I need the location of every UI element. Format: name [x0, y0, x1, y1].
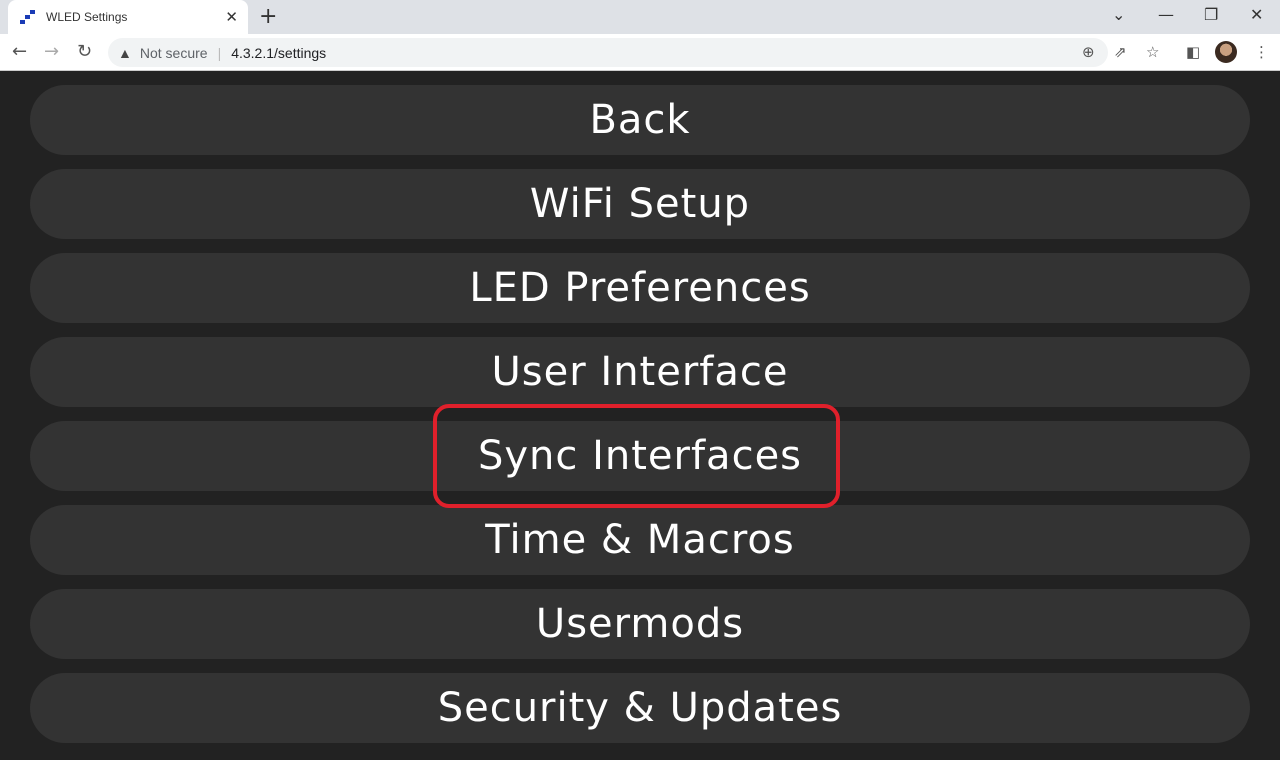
highlight-box [433, 404, 840, 508]
minimize-icon[interactable]: — [1158, 5, 1174, 24]
time-macros-button[interactable]: Time & Macros [30, 505, 1250, 575]
wifi-setup-button[interactable]: WiFi Setup [30, 169, 1250, 239]
url-text[interactable]: 4.3.2.1/settings [231, 45, 326, 61]
plus-icon[interactable]: + [259, 4, 277, 29]
close-window-icon[interactable]: ✕ [1250, 5, 1263, 24]
security-updates-button[interactable]: Security & Updates [30, 673, 1250, 743]
forward-icon[interactable]: → [44, 41, 59, 62]
sidebar-icon[interactable]: ◧ [1186, 43, 1200, 61]
chevron-down-icon[interactable]: ⌄ [1112, 5, 1125, 24]
user-interface-button[interactable]: User Interface [30, 337, 1250, 407]
avatar[interactable] [1215, 41, 1237, 63]
kebab-menu-icon[interactable]: ⋮ [1254, 43, 1269, 61]
back-button[interactable]: Back [30, 85, 1250, 155]
star-icon[interactable]: ☆ [1146, 43, 1159, 61]
zoom-icon[interactable]: ⊕ [1082, 43, 1095, 61]
back-icon[interactable]: ← [12, 41, 27, 62]
wled-favicon [20, 10, 36, 24]
warning-icon: ▲ [118, 44, 132, 61]
tab-title: WLED Settings [46, 10, 128, 24]
address-bar[interactable]: ▲ Not secure | 4.3.2.1/settings [108, 38, 1108, 67]
browser-toolbar: ← → ↻ ▲ Not secure | 4.3.2.1/settings ⊕ … [0, 34, 1280, 71]
browser-tab[interactable]: WLED Settings ✕ [8, 0, 248, 34]
security-label[interactable]: Not secure [140, 45, 208, 61]
close-icon[interactable]: ✕ [225, 8, 238, 26]
usermods-button[interactable]: Usermods [30, 589, 1250, 659]
reload-icon[interactable]: ↻ [77, 41, 92, 62]
restore-icon[interactable]: ❐ [1204, 5, 1218, 24]
share-icon[interactable]: ⇗ [1114, 43, 1127, 61]
tab-bar: WLED Settings ✕ + ⌄ — ❐ ✕ [0, 0, 1280, 34]
led-preferences-button[interactable]: LED Preferences [30, 253, 1250, 323]
divider: | [217, 44, 222, 61]
